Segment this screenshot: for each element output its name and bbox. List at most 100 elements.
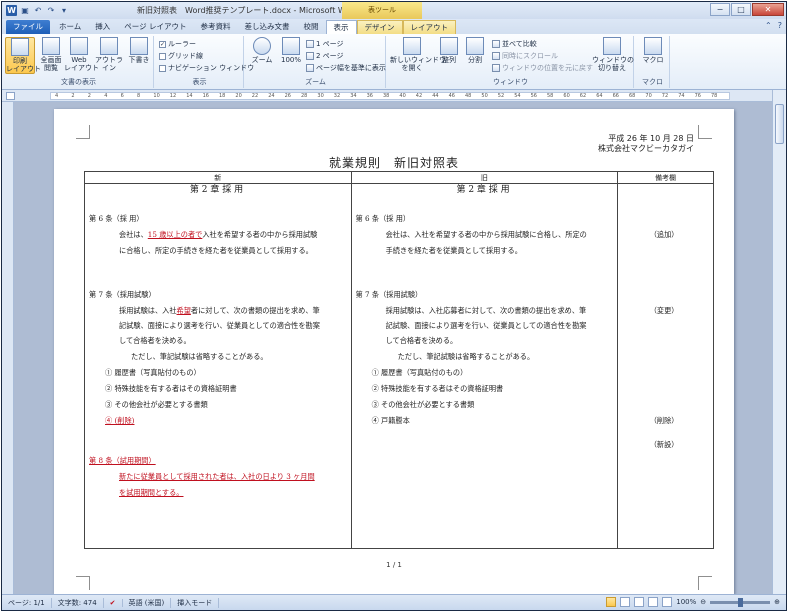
- web-layout-button[interactable]: Web レイアウト: [64, 37, 99, 72]
- new-column-cell[interactable]: 第 2 章 採 用 第 6 条（採 用） 会社は、15 歳以上の者で入社を希望す…: [84, 183, 352, 548]
- sync-scroll-icon: [492, 52, 500, 60]
- new-art8-line1: 新たに従業員として採用された者は、入社の日より 3 ヶ月間: [119, 472, 315, 481]
- new-art8-title: 第 8 条（試用期間）: [89, 456, 156, 465]
- full-screen-view-icon[interactable]: [620, 597, 631, 607]
- switch-windows-button[interactable]: ウィンドウの 切り替え: [592, 37, 634, 72]
- redo-icon[interactable]: ↷: [46, 6, 56, 16]
- tab-design[interactable]: デザイン: [356, 20, 403, 34]
- tab-page-layout[interactable]: ページ レイアウト: [117, 20, 193, 34]
- tab-references[interactable]: 参考資料: [194, 20, 238, 34]
- ruler-tick: 24: [268, 93, 275, 99]
- print-layout-button[interactable]: 印刷 レイアウト: [5, 37, 41, 74]
- proofing-status-icon[interactable]: ✔: [104, 598, 123, 607]
- draft-button[interactable]: 下書き: [126, 37, 152, 64]
- zoom-100-button[interactable]: 100%: [276, 37, 306, 64]
- insert-mode-status[interactable]: 挿入モード: [171, 597, 220, 608]
- ruler-scale[interactable]: 4 2 2 4 6 8 10 12 14 16 18 20 22 24 26 28 30 32 34 36 38 40 42…: [50, 92, 730, 100]
- group-zoom: ズーム 100% 1 ページ 2 ページ ページ幅を基準に表示 ズーム: [246, 36, 386, 88]
- web-layout-view-icon[interactable]: [634, 597, 645, 607]
- ruler-tick: 68: [629, 93, 636, 99]
- macros-button[interactable]: マクロ: [638, 37, 668, 64]
- maximize-button[interactable]: □: [731, 3, 751, 16]
- old-column-cell[interactable]: 第 2 章 採 用 第 6 条（採 用） 会社は、入社を希望する者の中から採用試…: [350, 183, 619, 548]
- tab-insert[interactable]: 挿入: [88, 20, 117, 34]
- note-deleted: （削除）: [649, 416, 679, 425]
- language-status[interactable]: 英語 (米国): [123, 597, 172, 608]
- draft-view-icon[interactable]: [662, 597, 673, 607]
- status-bar: ページ: 1/1 文字数: 474 ✔ 英語 (米国) 挿入モード 100% ⊖…: [2, 594, 786, 610]
- zoom-level[interactable]: 100%: [676, 598, 696, 606]
- navigation-pane-checkbox[interactable]: ナビゲーション ウィンドウ: [159, 63, 254, 73]
- ruler-tick: 10: [153, 93, 160, 99]
- zoom-out-icon[interactable]: ⊖: [700, 598, 706, 606]
- tab-file[interactable]: ファイル: [6, 20, 50, 34]
- new-window-button[interactable]: 新しいウィンドウ を開く: [390, 37, 446, 72]
- gridlines-checkbox[interactable]: グリッド線: [159, 51, 203, 61]
- two-pages-button[interactable]: 2 ページ: [306, 51, 344, 61]
- old-art7-line1: 採用試験は、入社応募者に対して、次の書類の提出を求め、筆: [385, 306, 587, 315]
- tab-home[interactable]: ホーム: [52, 20, 88, 34]
- ruler-tick: 72: [661, 93, 669, 99]
- note-changed: （変更）: [649, 306, 679, 315]
- new-art7-line4: ただし、筆記試験は省略することがある。: [131, 352, 268, 361]
- ruler-tick: 58: [547, 93, 554, 99]
- ruler-tick: 8: [137, 93, 141, 99]
- old-art7-title: 第 7 条（採用試験）: [355, 290, 423, 299]
- ruler-tick: 52: [497, 93, 505, 99]
- undo-icon[interactable]: ↶: [33, 6, 43, 16]
- tab-review[interactable]: 校閲: [297, 20, 326, 34]
- ruler-tick: 40: [399, 93, 406, 99]
- split-button[interactable]: 分割: [462, 37, 488, 64]
- save-icon[interactable]: ▣: [20, 6, 30, 16]
- arrange-all-button[interactable]: 整列: [436, 37, 462, 64]
- window-title: 新旧対照表 Word推奨テンプレート.docx - Microsoft Word: [137, 6, 359, 15]
- word-window: W ▣ ↶ ↷ ▾ 新旧対照表 Word推奨テンプレート.docx - Micr…: [1, 1, 787, 611]
- zoom-slider-knob[interactable]: [738, 597, 744, 607]
- tab-selector-icon[interactable]: [6, 92, 15, 100]
- side-by-side-button[interactable]: 並べて比較: [492, 39, 537, 49]
- ribbon-minimize-icon[interactable]: ⌃: [765, 21, 772, 30]
- horizontal-ruler[interactable]: 4 2 2 4 6 8 10 12 14 16 18 20 22 24 26 28 30 32 34 36 38 40 42…: [2, 90, 786, 102]
- page-count-status[interactable]: ページ: 1/1: [2, 597, 52, 608]
- outline-view-icon[interactable]: [648, 597, 659, 607]
- split-icon: [466, 37, 484, 55]
- word-app-icon[interactable]: W: [6, 5, 17, 16]
- help-icon[interactable]: ?: [778, 21, 782, 30]
- ruler-tick: 78: [711, 93, 718, 99]
- comparison-table[interactable]: 新 旧 備考欄 第 2 章 採 用 第 6 条（採 用） 会社は、15 歳以上の…: [84, 171, 714, 549]
- new-art8-line2: を試用期間とする。: [119, 488, 184, 497]
- minimize-button[interactable]: −: [710, 3, 730, 16]
- page-width-button[interactable]: ページ幅を基準に表示: [306, 63, 386, 73]
- ruler-tick: 12: [169, 93, 177, 99]
- one-page-icon: [306, 40, 314, 48]
- print-layout-view-icon[interactable]: [606, 597, 617, 607]
- old-item3: ③ その他会社が必要とする書類: [371, 400, 475, 409]
- synchronous-scroll-button[interactable]: 同時にスクロール: [492, 51, 558, 61]
- word-count-status[interactable]: 文字数: 474: [52, 597, 104, 608]
- document-page[interactable]: 平成 26 年 10 月 28 日 株式会社マクビーカタガイ 就業規則 新旧対照…: [54, 109, 734, 594]
- zoom-in-icon[interactable]: ⊕: [774, 598, 780, 606]
- scrollbar-thumb[interactable]: [775, 104, 784, 144]
- customize-qat-icon[interactable]: ▾: [59, 6, 69, 16]
- zoom-button[interactable]: ズーム: [247, 37, 277, 64]
- tab-layout[interactable]: レイアウト: [402, 20, 457, 34]
- document-area: 平成 26 年 10 月 28 日 株式会社マクビーカタガイ 就業規則 新旧対照…: [14, 102, 772, 594]
- vertical-ruler[interactable]: [2, 102, 14, 594]
- close-button[interactable]: ✕: [752, 3, 784, 16]
- old-art6-title: 第 6 条（採 用）: [355, 214, 411, 223]
- table-tools-header: 表ツール: [342, 2, 422, 19]
- tab-view[interactable]: 表示: [325, 20, 357, 34]
- reset-window-position-button[interactable]: ウィンドウの位置を元に戻す: [492, 63, 593, 73]
- ruler-checkbox[interactable]: ✓ ルーラー: [159, 39, 196, 49]
- notes-column-cell[interactable]: （追加） （変更） （削除） （新設）: [617, 183, 714, 548]
- ruler-tick: 4: [55, 93, 59, 99]
- document-title: 就業規則 新旧対照表: [328, 156, 459, 170]
- ruler-tick: 2: [71, 93, 75, 99]
- tab-mailings[interactable]: 差し込み文書: [238, 20, 297, 34]
- zoom-slider[interactable]: [710, 597, 771, 607]
- outline-button[interactable]: アウトライン: [92, 37, 126, 72]
- full-screen-reading-button[interactable]: 全画面 閲覧: [36, 37, 66, 72]
- one-page-button[interactable]: 1 ページ: [306, 39, 344, 49]
- new-art6-line1: 会社は、15 歳以上の者で入社を希望する者の中から採用試験: [119, 230, 318, 239]
- vertical-scrollbar[interactable]: [772, 90, 786, 594]
